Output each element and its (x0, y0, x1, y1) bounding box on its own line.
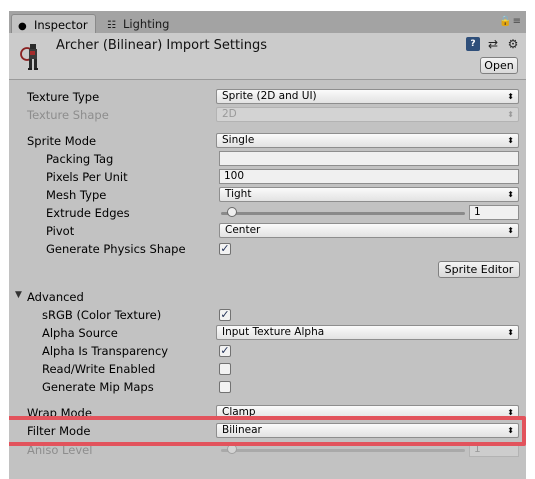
aniso-level-input: 1 (469, 442, 519, 457)
dropdown-arrow-icon: ⬍ (507, 426, 514, 435)
dropdown-arrow-icon: ⬍ (507, 92, 514, 101)
mesh-type-row: Mesh Type Tight ⬍ (9, 186, 526, 204)
info-icon: ● (18, 21, 27, 32)
generate-physics-shape-checkbox[interactable]: ✓ (219, 243, 231, 255)
aniso-level-slider-track (221, 449, 465, 452)
gear-icon[interactable]: ⚙ (506, 37, 520, 51)
pixels-per-unit-row: Pixels Per Unit 100 (9, 168, 526, 186)
dropdown-arrow-icon: ⬍ (507, 136, 514, 145)
alpha-is-transparency-checkbox[interactable]: ✓ (219, 345, 231, 357)
texture-type-value: Sprite (2D and UI) (222, 90, 317, 102)
checkmark-icon: ✓ (220, 308, 230, 321)
wrap-mode-value: Clamp (222, 406, 256, 418)
aniso-level-row: Aniso Level 1 (9, 441, 526, 459)
extrude-edges-input[interactable]: 1 (469, 205, 519, 220)
open-button[interactable]: Open (480, 57, 518, 74)
aniso-level-slider-handle (227, 444, 237, 454)
advanced-foldout[interactable]: ▼ Advanced (9, 288, 526, 306)
texture-shape-dropdown: 2D ⬍ (216, 107, 519, 122)
srgb-checkbox[interactable]: ✓ (219, 309, 231, 321)
generate-physics-shape-label: Generate Physics Shape (46, 242, 186, 256)
pixels-per-unit-input[interactable]: 100 (219, 169, 519, 184)
header-icons: ? ⇄ ⚙ (466, 37, 520, 51)
srgb-label: sRGB (Color Texture) (42, 308, 162, 322)
window-controls: 🔒≡ (499, 16, 522, 27)
filter-mode-value: Bilinear (222, 424, 262, 436)
pivot-value: Center (225, 224, 261, 236)
read-write-label: Read/Write Enabled (42, 362, 156, 376)
alpha-source-dropdown[interactable]: Input Texture Alpha ⬍ (216, 325, 519, 340)
sprite-mode-label: Sprite Mode (27, 134, 97, 148)
mip-maps-row: Generate Mip Maps (9, 378, 526, 396)
dropdown-arrow-icon: ⬍ (507, 328, 514, 337)
sprite-mode-dropdown[interactable]: Single ⬍ (216, 133, 519, 148)
extrude-edges-slider-handle[interactable] (227, 207, 237, 217)
alpha-is-transparency-row: Alpha Is Transparency ✓ (9, 342, 526, 360)
alpha-source-row: Alpha Source Input Texture Alpha ⬍ (9, 324, 526, 342)
texture-shape-value: 2D (222, 108, 237, 120)
texture-type-label: Texture Type (27, 90, 100, 104)
dropdown-arrow-icon: ⬍ (507, 226, 514, 235)
asset-header: Archer (Bilinear) Import Settings ? ⇄ ⚙ … (9, 33, 526, 80)
sprite-mode-row: Sprite Mode Single ⬍ (9, 132, 526, 150)
extrude-edges-label: Extrude Edges (46, 206, 130, 220)
wrap-mode-label: Wrap Mode (27, 406, 92, 420)
dropdown-arrow-icon: ⬍ (507, 408, 514, 417)
alpha-source-label: Alpha Source (42, 326, 118, 340)
help-icon[interactable]: ? (466, 37, 480, 51)
filter-mode-label: Filter Mode (27, 424, 91, 438)
inspector-window: ● Inspector ☷ Lighting 🔒≡ Archer (Bilinear… (9, 11, 526, 479)
texture-type-dropdown[interactable]: Sprite (2D and UI) ⬍ (216, 89, 519, 104)
mesh-type-value: Tight (225, 188, 252, 200)
asset-title: Archer (Bilinear) Import Settings (56, 38, 267, 53)
alpha-source-value: Input Texture Alpha (222, 326, 325, 338)
tab-lighting-label: Lighting (123, 17, 170, 31)
filter-mode-row: Filter Mode Bilinear ⬍ (9, 422, 526, 440)
tab-inspector[interactable]: ● Inspector (11, 14, 96, 33)
wrap-mode-dropdown[interactable]: Clamp ⬍ (216, 405, 519, 420)
pivot-dropdown[interactable]: Center ⬍ (219, 223, 519, 238)
foldout-arrow-icon: ▼ (15, 290, 22, 300)
sprite-mode-value: Single (222, 134, 255, 146)
extrude-edges-row: Extrude Edges 1 (9, 204, 526, 222)
wrap-mode-row: Wrap Mode Clamp ⬍ (9, 404, 526, 422)
srgb-row: sRGB (Color Texture) ✓ (9, 306, 526, 324)
generate-physics-shape-row: Generate Physics Shape ✓ (9, 240, 526, 258)
tab-bar: ● Inspector ☷ Lighting 🔒≡ (9, 11, 526, 33)
tab-lighting[interactable]: ☷ Lighting (101, 14, 181, 33)
packing-tag-label: Packing Tag (46, 152, 114, 166)
read-write-checkbox[interactable] (219, 363, 231, 375)
dropdown-arrow-icon: ⬍ (507, 110, 514, 119)
mip-maps-checkbox[interactable] (219, 381, 231, 393)
dropdown-arrow-icon: ⬍ (507, 190, 514, 199)
packing-tag-row: Packing Tag (9, 150, 526, 168)
tab-inspector-label: Inspector (34, 18, 88, 32)
alpha-is-transparency-label: Alpha Is Transparency (42, 344, 169, 358)
filter-mode-dropdown[interactable]: Bilinear ⬍ (216, 423, 519, 438)
packing-tag-input[interactable] (219, 151, 519, 166)
sprite-thumbnail (20, 44, 38, 70)
checkmark-icon: ✓ (220, 344, 230, 357)
texture-shape-row: Texture Shape 2D ⬍ (9, 106, 526, 124)
read-write-row: Read/Write Enabled (9, 360, 526, 378)
aniso-level-label: Aniso Level (27, 443, 93, 457)
texture-type-row: Texture Type Sprite (2D and UI) ⬍ (9, 88, 526, 106)
mesh-type-dropdown[interactable]: Tight ⬍ (219, 187, 519, 202)
advanced-label: Advanced (27, 290, 84, 304)
mip-maps-label: Generate Mip Maps (42, 380, 154, 394)
pixels-per-unit-label: Pixels Per Unit (46, 170, 128, 184)
checkmark-icon: ✓ (220, 242, 230, 255)
lock-icon[interactable]: 🔒 (499, 16, 512, 27)
mesh-type-label: Mesh Type (46, 188, 107, 202)
pivot-label: Pivot (46, 224, 75, 238)
menu-icon[interactable]: ≡ (513, 16, 522, 27)
preset-icon[interactable]: ⇄ (486, 37, 500, 51)
lighting-icon: ☷ (107, 20, 116, 31)
pivot-row: Pivot Center ⬍ (9, 222, 526, 240)
sprite-editor-button[interactable]: Sprite Editor (438, 261, 520, 278)
texture-shape-label: Texture Shape (27, 108, 109, 122)
extrude-edges-slider-track[interactable] (221, 212, 465, 215)
